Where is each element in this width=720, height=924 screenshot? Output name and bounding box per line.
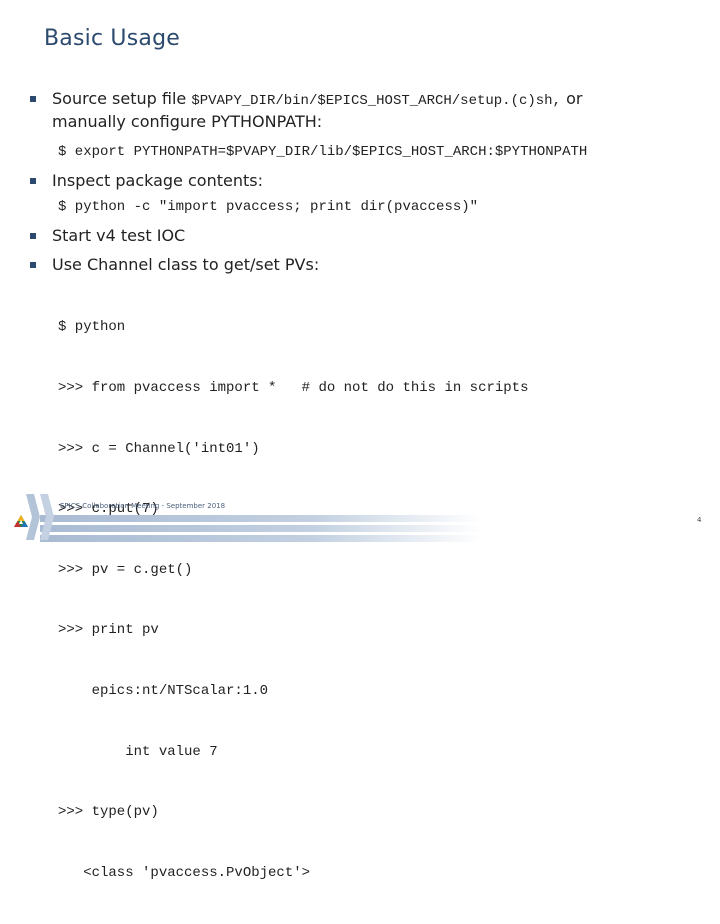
- bullet-1-label: Source setup file: [52, 89, 192, 108]
- code-block: $ python >>> from pvaccess import * # do…: [58, 277, 528, 924]
- code-line: $ python: [58, 319, 126, 336]
- bullet-marker-icon: [30, 178, 36, 184]
- bullet-marker-icon: [30, 262, 36, 268]
- bullet-1-label-after: or: [561, 89, 583, 108]
- footer-chevron-icon: [40, 494, 54, 540]
- bullet-1-line2: manually configure PYTHONPATH:: [52, 112, 323, 131]
- argonne-logo-icon: [14, 515, 28, 527]
- slide-title: Basic Usage: [44, 26, 180, 51]
- code-line: <class 'pvaccess.PvObject'>: [58, 864, 311, 881]
- page-number: 4: [697, 516, 702, 524]
- bullet-1-text: Source setup file $PVAPY_DIR/bin/$EPICS_…: [52, 88, 582, 112]
- footer-stripe: [40, 515, 720, 522]
- bullet-1-inline-code: $PVAPY_DIR/bin/$EPICS_HOST_ARCH/setup.(c…: [191, 93, 561, 109]
- code-line: >>> pv = c.get(): [58, 561, 193, 578]
- footer-stripe: [40, 535, 720, 542]
- code-line: epics:nt/NTScalar:1.0: [58, 683, 269, 700]
- bullet-4-text: Use Channel class to get/set PVs:: [52, 255, 320, 274]
- bullet-3-text: Start v4 test IOC: [52, 226, 186, 245]
- code-line: >>> c = Channel('int01'): [58, 440, 260, 457]
- code-line: >>> type(pv): [58, 804, 159, 821]
- code-line: $ python -c "import pvaccess; print dir(…: [58, 199, 479, 215]
- footer-stripe: [40, 525, 720, 532]
- code-line: $ export PYTHONPATH=$PVAPY_DIR/lib/$EPIC…: [58, 144, 588, 160]
- bullet-2-text: Inspect package contents:: [52, 171, 263, 190]
- bullet-marker-icon: [30, 233, 36, 239]
- code-line: int value 7: [58, 743, 218, 760]
- bullet-marker-icon: [30, 96, 36, 102]
- footer-chevron-icon: [26, 494, 40, 540]
- footer-text: EPICS Collaboration Meeting - September …: [60, 502, 226, 510]
- code-line: >>> from pvaccess import * # do not do t…: [58, 380, 529, 397]
- code-line: >>> print pv: [58, 622, 159, 639]
